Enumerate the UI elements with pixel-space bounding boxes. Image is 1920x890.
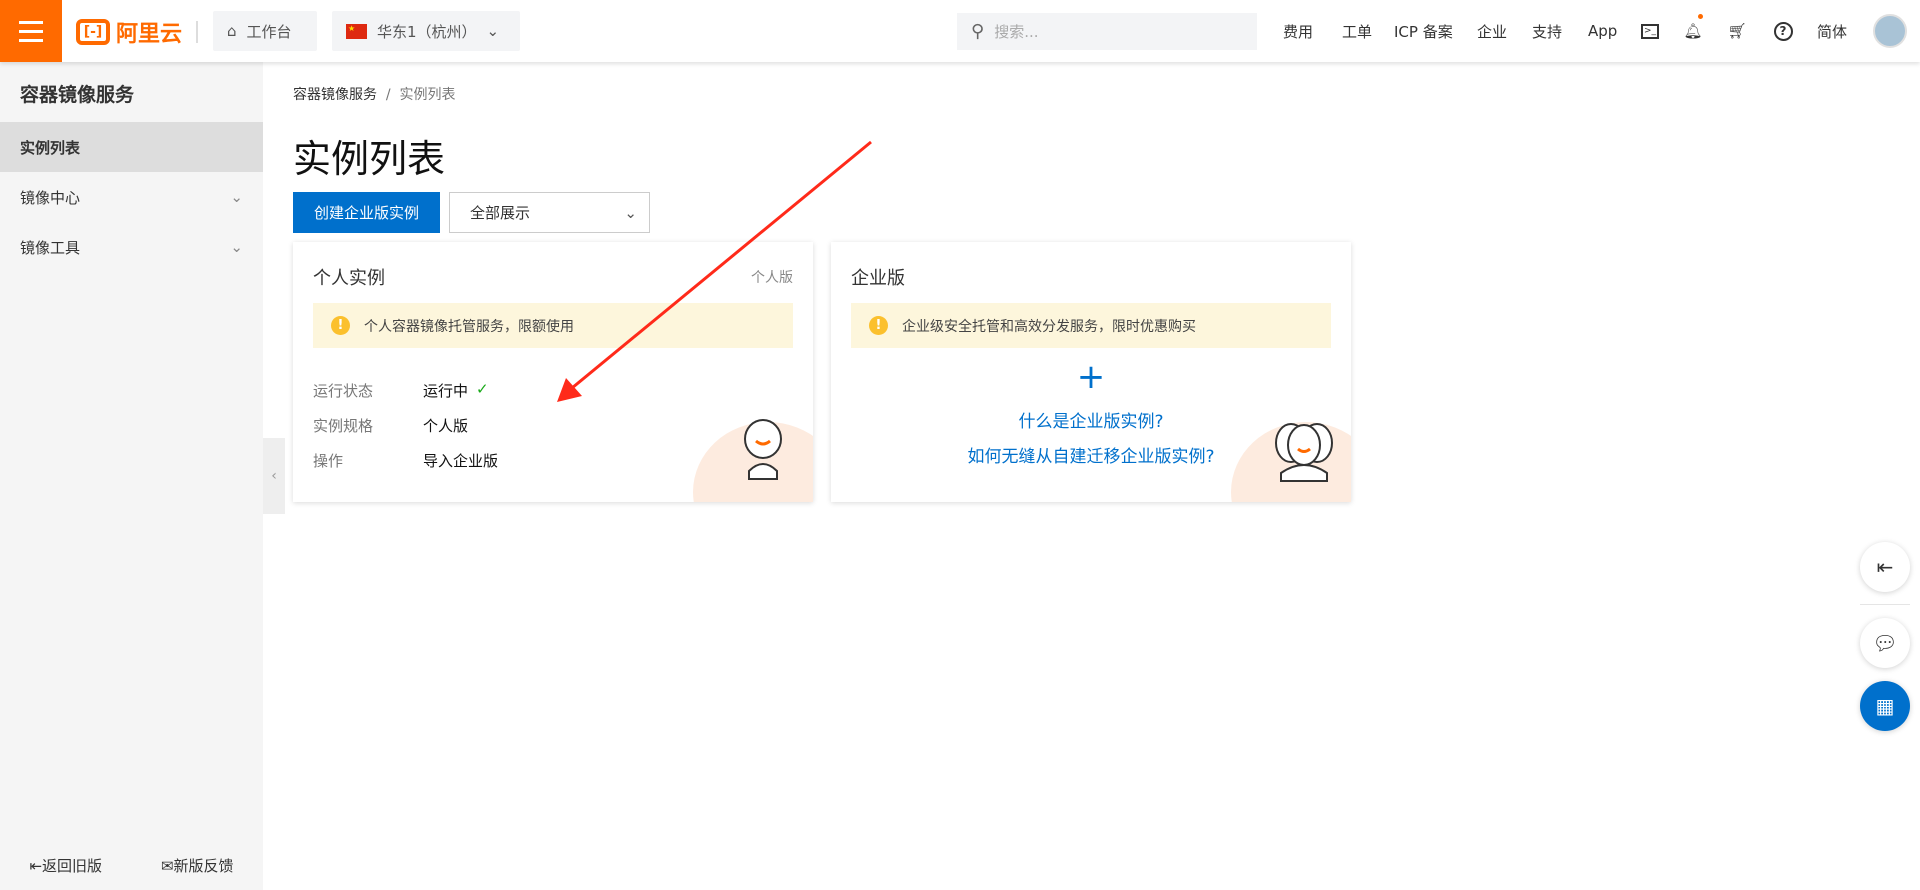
sidebar-title: 容器镜像服务 [20, 84, 135, 106]
chevron-left-icon: ‹ [271, 468, 277, 484]
exit-icon: ⇤ [1876, 555, 1894, 579]
enterprise-card: 企业版 ! 企业级安全托管和高效分发服务，限时优惠购买 + 什么是企业版实例? 如… [831, 242, 1351, 502]
apps-float-button[interactable]: ▦ [1860, 681, 1910, 731]
avatar[interactable] [1873, 0, 1907, 62]
import-enterprise-link[interactable]: 导入企业版 [423, 450, 498, 471]
edition-tag: 个人版 [751, 270, 793, 286]
notice-banner: ! 个人容器镜像托管服务，限额使用 [313, 303, 793, 348]
card-title: 个人实例 [313, 268, 385, 289]
chevron-down-icon: ⌄ [230, 238, 243, 256]
notice-banner: ! 企业级安全托管和高效分发服务，限时优惠购买 [851, 303, 1331, 348]
help-icon[interactable]: ? [1773, 0, 1793, 62]
china-flag-icon [346, 23, 367, 39]
bell-icon[interactable]: 🔔︎ [1683, 0, 1703, 62]
spec-row: 实例规格 个人版 [313, 417, 469, 435]
chevron-down-icon: ⌄ [624, 203, 637, 222]
breadcrumb-root[interactable]: 容器镜像服务 [293, 87, 377, 103]
page-title: 实例列表 [293, 137, 446, 181]
back-to-old-version[interactable]: ⇤返回旧版 [29, 855, 102, 876]
action-row: 操作 导入企业版 [313, 450, 499, 471]
nav-enterprise[interactable]: 企业 [1477, 0, 1507, 62]
search-icon: ⚲ [971, 21, 985, 42]
chat-icon: 💬︎ [1872, 631, 1898, 655]
divider [196, 21, 198, 43]
nav-ticket[interactable]: 工单 [1342, 0, 1372, 62]
mail-icon: ✉ [160, 856, 174, 875]
home-icon: ⌂ [227, 22, 237, 40]
nav-app[interactable]: App [1588, 0, 1617, 62]
breadcrumb: 容器镜像服务 / 实例列表 [293, 87, 456, 103]
sidebar-item-image-tools[interactable]: 镜像工具 ⌄ [0, 222, 263, 272]
chevron-down-icon: ⌄ [230, 188, 243, 206]
sidebar: 容器镜像服务 实例列表 镜像中心 ⌄ 镜像工具 ⌄ ⇤返回旧版 ✉新版反馈 [0, 62, 263, 890]
breadcrumb-current: 实例列表 [399, 87, 456, 103]
grid-icon: ▦ [1875, 694, 1895, 718]
plus-icon[interactable]: + [831, 360, 1351, 394]
top-header: [-]阿里云 ⌂ 工作台 华东1（杭州） ⌄ ⚲ 搜索... 费用 工单 ICP 备案… [0, 0, 1920, 62]
warning-icon: ! [869, 316, 888, 335]
logo-text: 阿里云 [116, 22, 183, 47]
back-icon: ⇤ [29, 856, 43, 875]
region-selector[interactable]: 华东1（杭州） ⌄ [332, 11, 520, 51]
back-to-old-float-button[interactable]: ⇤ [1860, 542, 1910, 592]
sidebar-collapse-handle[interactable]: ‹ [263, 438, 285, 514]
check-icon: ✓ [476, 380, 489, 398]
sidebar-footer: ⇤返回旧版 ✉新版反馈 [0, 840, 263, 890]
chevron-down-icon: ⌄ [486, 22, 500, 40]
nav-fee[interactable]: 费用 [1283, 0, 1313, 62]
feedback-link[interactable]: ✉新版反馈 [161, 855, 234, 876]
card-title: 企业版 [851, 268, 905, 289]
users-illustration-icon [1275, 423, 1333, 482]
nav-icp[interactable]: ICP 备案 [1394, 0, 1453, 62]
terminal-icon[interactable]: >_ [1640, 0, 1660, 62]
status-value: 运行中 [423, 382, 469, 400]
sidebar-item-instance-list[interactable]: 实例列表 [0, 122, 263, 172]
divider [1860, 604, 1910, 605]
status-row: 运行状态 运行中 ✓ [313, 380, 489, 400]
region-label: 华东1（杭州） [377, 22, 477, 41]
personal-instance-card: 个人实例 个人版 ! 个人容器镜像托管服务，限额使用 运行状态 运行中 ✓ 实例规格个… [293, 242, 813, 502]
menu-button[interactable] [0, 0, 62, 62]
cart-icon[interactable]: 🛒︎ [1727, 0, 1747, 62]
chat-float-button[interactable]: 💬︎ [1860, 618, 1910, 668]
workbench-label: 工作台 [246, 22, 292, 41]
create-enterprise-instance-button[interactable]: 创建企业版实例 [293, 192, 440, 233]
user-illustration-icon [744, 419, 782, 480]
search-placeholder: 搜索... [994, 23, 1039, 41]
nav-support[interactable]: 支持 [1532, 0, 1562, 62]
search-input[interactable]: ⚲ 搜索... [957, 13, 1257, 50]
workbench-button[interactable]: ⌂ 工作台 [213, 11, 317, 51]
logo[interactable]: [-] 阿里云 [76, 16, 182, 48]
sidebar-item-image-center[interactable]: 镜像中心 ⌄ [0, 172, 263, 222]
language-switch[interactable]: 简体 [1817, 0, 1847, 62]
warning-icon: ! [331, 316, 350, 335]
filter-select[interactable]: 全部展示 ⌄ [449, 192, 650, 233]
